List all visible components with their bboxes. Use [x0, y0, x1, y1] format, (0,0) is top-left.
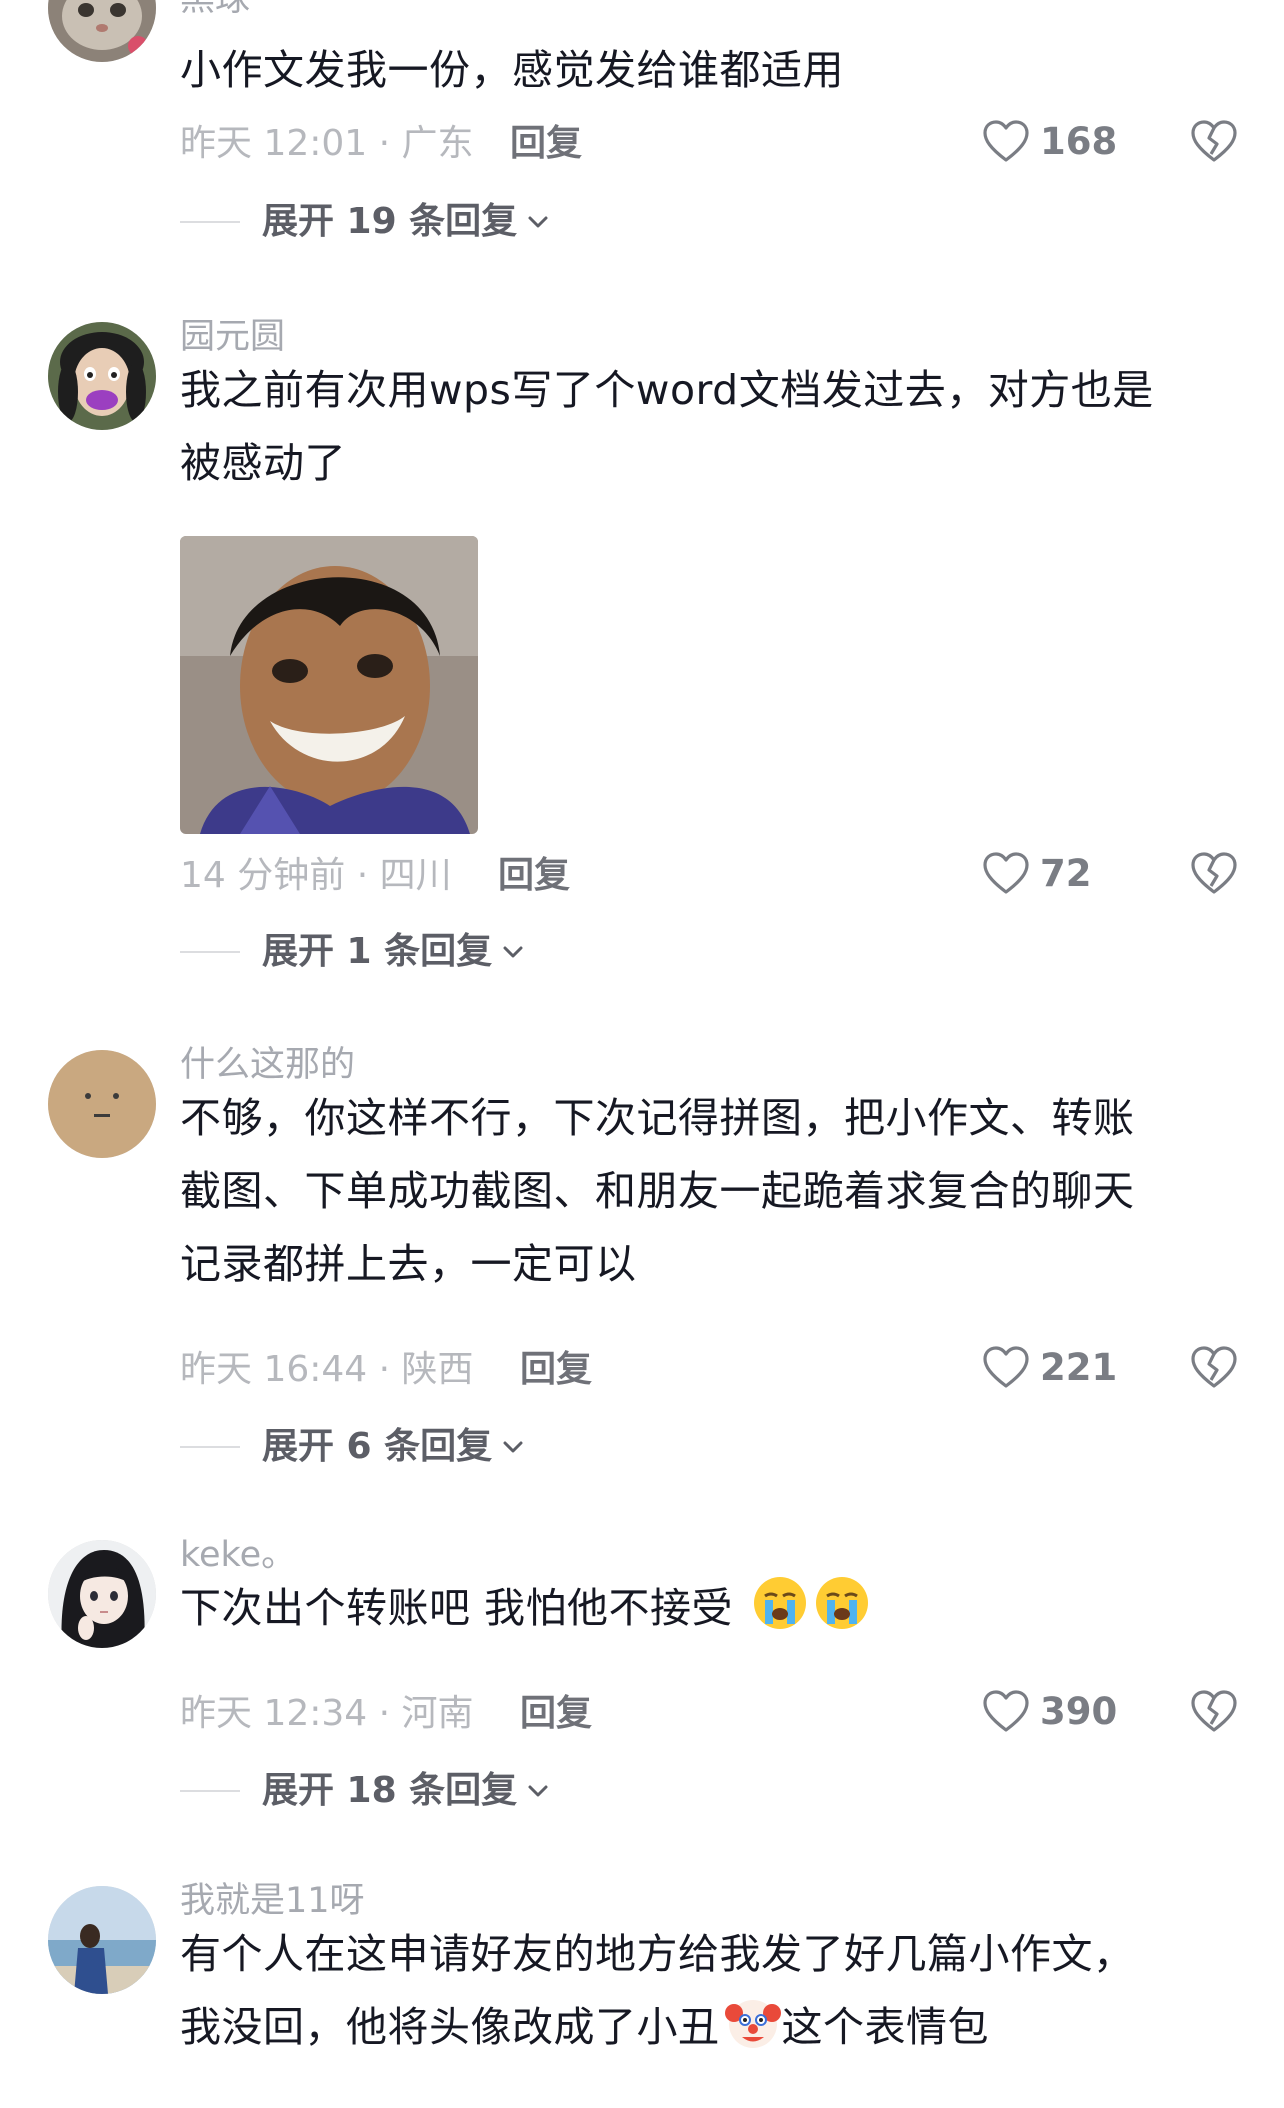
timestamp-location: 昨天 12:34 · 河南 [180, 1693, 474, 1734]
like-count: 221 [1040, 1346, 1118, 1389]
broken-heart-icon[interactable] [1188, 848, 1240, 900]
comment-line: 我没回，他将头像改成了小丑 这个表情包 [180, 1991, 1220, 2064]
comment-text: 我之前有次用wps写了个word文档发过去，对方也是 被感动了 [180, 354, 1220, 500]
divider [180, 221, 240, 223]
comment-line: 有个人在这申请好友的地方给我发了好几篇小作文， [180, 1930, 1135, 1978]
chevron-down-icon [523, 1776, 553, 1806]
username[interactable]: 园元圆 [180, 316, 285, 358]
expand-replies-button[interactable]: 展开 6 条回复 [180, 1422, 528, 1472]
like-group: 390 [980, 1682, 1240, 1742]
plain-face-avatar-icon[interactable] [48, 1050, 156, 1158]
chevron-down-icon [498, 937, 528, 967]
heart-icon[interactable] [980, 116, 1032, 168]
cat-avatar-icon[interactable] [48, 0, 156, 62]
expand-replies-button[interactable]: 展开 18 条回复 [180, 1766, 553, 1816]
comment-meta-row: 昨天 16:44 · 陕西 回复 221 [180, 1338, 1240, 1398]
timestamp-location: 昨天 12:01 · 广东 [180, 123, 474, 164]
comment-text: 下次出个转账吧 我怕他不接受 [180, 1572, 1220, 1645]
comment-meta-row: 昨天 12:01 · 广东 回复 168 [180, 112, 1240, 172]
like-count: 72 [1040, 852, 1092, 895]
username[interactable]: 什么这那的 [180, 1044, 355, 1086]
like-group: 168 [980, 112, 1240, 172]
comment-meta-row: 14 分钟前 · 四川 回复 72 [180, 844, 1240, 904]
loudly-crying-emoji [751, 1574, 809, 1632]
heart-icon[interactable] [980, 1686, 1032, 1738]
comment-line: 记录都拼上去，一定可以 [180, 1240, 637, 1288]
comment-line-text: 这个表情包 [781, 2003, 989, 2051]
broken-heart-icon[interactable] [1188, 116, 1240, 168]
comment-line: 截图、下单成功截图、和朋友一起跪着求复合的聊天 [180, 1167, 1135, 1215]
comment-list: 黑球 小作文发我一份，感觉发给谁都适用 昨天 12:01 · 广东 回复 168… [0, 0, 1284, 2108]
smiling-person-sticker[interactable] [180, 536, 478, 834]
timestamp-location: 14 分钟前 · 四川 [180, 855, 452, 896]
expand-label: 展开 6 条回复 [262, 1426, 493, 1467]
username[interactable]: 黑球 [180, 0, 250, 20]
like-group: 72 [980, 844, 1240, 904]
reply-button[interactable]: 回复 [520, 1692, 592, 1736]
like-count: 390 [1040, 1690, 1118, 1733]
heart-icon[interactable] [980, 1342, 1032, 1394]
expand-replies-button[interactable]: 展开 1 条回复 [180, 927, 528, 977]
heart-icon[interactable] [980, 848, 1032, 900]
broken-heart-icon[interactable] [1188, 1342, 1240, 1394]
timestamp-location: 昨天 16:44 · 陕西 [180, 1349, 474, 1390]
comment-text: 有个人在这申请好友的地方给我发了好几篇小作文， 我没回，他将头像改成了小丑 这个… [180, 1918, 1220, 2064]
reply-button[interactable]: 回复 [520, 1348, 592, 1392]
broken-heart-icon[interactable] [1188, 1686, 1240, 1738]
anime-girl-avatar-icon[interactable] [48, 1540, 156, 1648]
comment-line: 小作文发我一份，感觉发给谁都适用 [180, 46, 844, 94]
comment-line: 下次出个转账吧 我怕他不接受 [180, 1572, 1220, 1645]
expand-replies-button[interactable]: 展开 19 条回复 [180, 197, 553, 247]
reply-button[interactable]: 回复 [498, 854, 570, 898]
expand-label: 展开 1 条回复 [262, 931, 493, 972]
clown-face-emoji [724, 1993, 782, 2051]
divider [180, 1446, 240, 1448]
like-count: 168 [1040, 120, 1118, 163]
divider [180, 1790, 240, 1792]
comment-text: 不够，你这样不行，下次记得拼图，把小作文、转账 截图、下单成功截图、和朋友一起跪… [180, 1082, 1220, 1301]
loudly-crying-emoji [813, 1574, 871, 1632]
comment-text: 小作文发我一份，感觉发给谁都适用 [180, 34, 1220, 107]
cartoon-face-avatar-icon[interactable] [48, 322, 156, 430]
expand-label: 展开 18 条回复 [262, 1770, 518, 1811]
username[interactable]: keke。 [180, 1534, 296, 1576]
reply-button[interactable]: 回复 [510, 122, 582, 166]
comment-line: 我之前有次用wps写了个word文档发过去，对方也是 [180, 366, 1154, 414]
comment-line: 不够，你这样不行，下次记得拼图，把小作文、转账 [180, 1094, 1135, 1142]
comment-line-text: 我没回，他将头像改成了小丑 [180, 2003, 720, 2051]
divider [180, 951, 240, 953]
comment-line-text: 下次出个转账吧 我怕他不接受 [180, 1584, 734, 1632]
chevron-down-icon [498, 1432, 528, 1462]
like-group: 221 [980, 1338, 1240, 1398]
username[interactable]: 我就是11呀 [180, 1880, 365, 1922]
seaside-person-avatar-icon[interactable] [48, 1886, 156, 1994]
comment-line: 被感动了 [180, 439, 346, 487]
expand-label: 展开 19 条回复 [262, 201, 518, 242]
comment-meta-row: 昨天 12:34 · 河南 回复 390 [180, 1682, 1240, 1742]
chevron-down-icon [523, 207, 553, 237]
